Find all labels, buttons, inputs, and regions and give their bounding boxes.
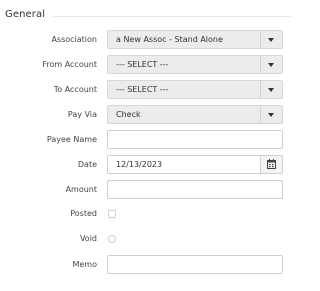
posted-checkbox[interactable] <box>108 210 116 218</box>
date-label: Date <box>77 160 97 169</box>
to-account-label: To Account <box>53 85 97 94</box>
from-account-dropdown-button[interactable] <box>260 56 282 73</box>
amount-label: Amount <box>65 185 97 194</box>
calendar-icon <box>267 159 276 169</box>
date-input[interactable]: 12/13/2023 <box>107 155 283 174</box>
chevron-down-icon <box>268 113 274 117</box>
association-row: Association a New Assoc - Stand Alone <box>0 30 291 50</box>
to-account-row: To Account --- SELECT --- <box>0 80 291 100</box>
memo-row: Memo <box>0 255 291 275</box>
from-account-value: --- SELECT --- <box>116 60 169 69</box>
association-select[interactable]: a New Assoc - Stand Alone <box>107 30 283 49</box>
void-radio[interactable] <box>108 235 116 243</box>
pay-via-select[interactable]: Check <box>107 105 283 124</box>
chevron-down-icon <box>268 63 274 67</box>
section-divider <box>53 16 291 17</box>
from-account-select[interactable]: --- SELECT --- <box>107 55 283 74</box>
pay-via-label: Pay Via <box>67 110 97 119</box>
from-account-row: From Account --- SELECT --- <box>0 55 291 75</box>
date-row: Date 12/13/2023 <box>0 155 291 175</box>
void-row: Void <box>0 229 291 249</box>
posted-row: Posted <box>0 204 291 224</box>
to-account-dropdown-button[interactable] <box>260 81 282 98</box>
date-value: 12/13/2023 <box>116 160 163 169</box>
posted-label: Posted <box>70 209 97 218</box>
pay-via-value: Check <box>116 110 141 119</box>
to-account-value: --- SELECT --- <box>116 85 169 94</box>
payee-name-label: Payee Name <box>46 135 97 144</box>
payee-name-input[interactable] <box>107 130 283 149</box>
payee-name-row: Payee Name <box>0 130 291 150</box>
section-title: General <box>5 9 46 20</box>
association-value: a New Assoc - Stand Alone <box>116 35 223 44</box>
date-picker-button[interactable] <box>260 156 282 173</box>
pay-via-row: Pay Via Check <box>0 105 291 125</box>
memo-input[interactable] <box>107 255 283 274</box>
memo-label: Memo <box>72 260 97 269</box>
association-dropdown-button[interactable] <box>260 31 282 48</box>
chevron-down-icon <box>268 38 274 42</box>
from-account-label: From Account <box>42 60 97 69</box>
amount-input[interactable] <box>107 180 283 199</box>
to-account-select[interactable]: --- SELECT --- <box>107 80 283 99</box>
pay-via-dropdown-button[interactable] <box>260 106 282 123</box>
association-label: Association <box>51 35 97 44</box>
void-label: Void <box>79 234 97 243</box>
chevron-down-icon <box>268 88 274 92</box>
amount-row: Amount <box>0 180 291 200</box>
